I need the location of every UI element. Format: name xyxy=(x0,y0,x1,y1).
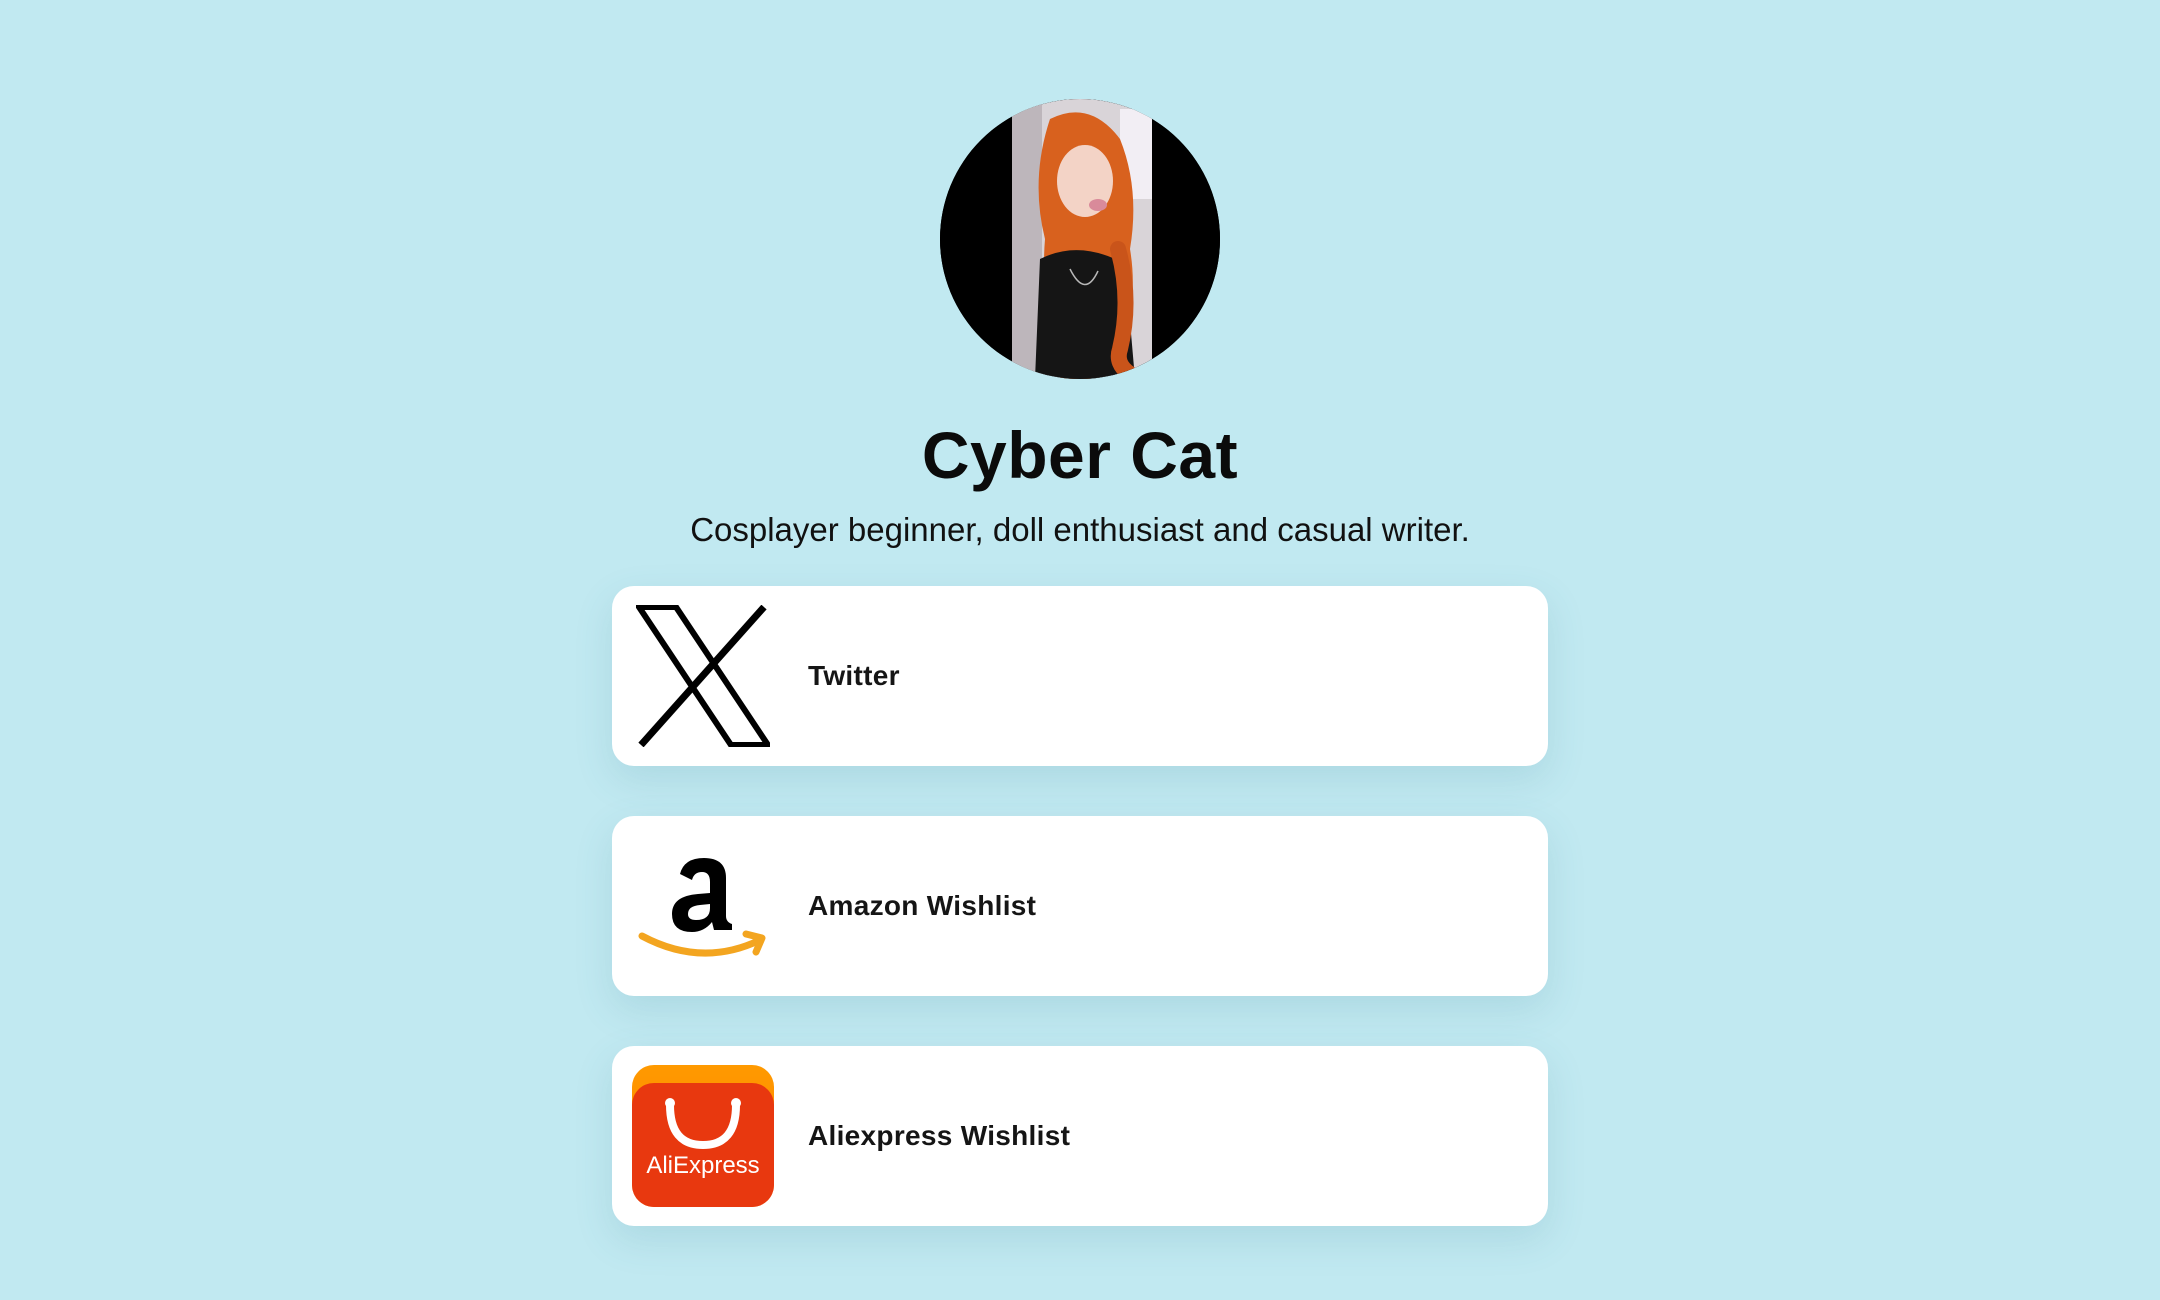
x-logo-icon xyxy=(632,605,774,747)
avatar-photo xyxy=(940,99,1220,379)
link-aliexpress-wishlist[interactable]: AliExpress Aliexpress Wishlist xyxy=(612,1046,1548,1226)
aliexpress-logo-text: AliExpress xyxy=(646,1152,759,1179)
profile-name: Cyber Cat xyxy=(921,418,1239,492)
link-label: Aliexpress Wishlist xyxy=(808,1120,1071,1151)
link-twitter[interactable]: Twitter xyxy=(612,586,1548,766)
profile-header: Cyber Cat Cosplayer beginner, doll enthu… xyxy=(0,0,2160,552)
link-list: Twitter Amazon Wishlist AliExpress Aliex… xyxy=(612,586,1548,1276)
aliexpress-logo-icon: AliExpress xyxy=(632,1065,774,1207)
amazon-logo-icon xyxy=(632,835,774,977)
profile-bio: Cosplayer beginner, doll enthusiast and … xyxy=(690,511,1470,548)
link-amazon-wishlist[interactable]: Amazon Wishlist xyxy=(612,816,1548,996)
avatar xyxy=(940,99,1220,379)
link-label: Amazon Wishlist xyxy=(808,890,1037,921)
link-label: Twitter xyxy=(808,660,900,691)
